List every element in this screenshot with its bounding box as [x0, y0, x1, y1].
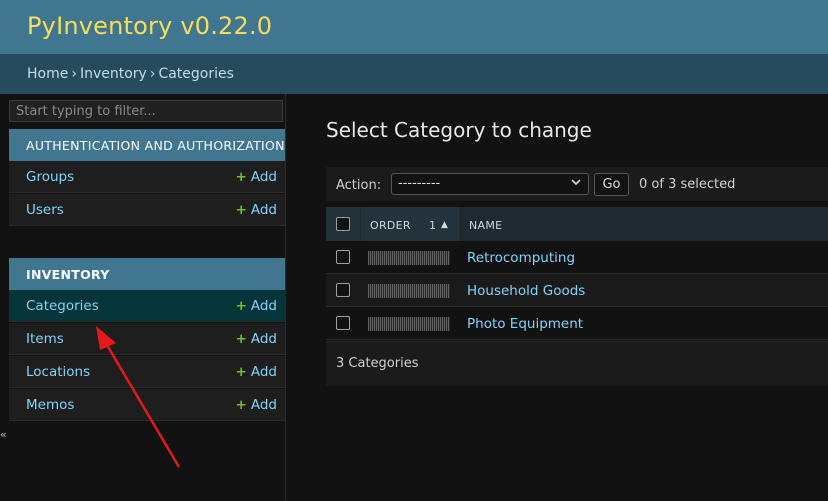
annotation-arrow-head	[96, 326, 116, 350]
annotation-arrow	[96, 326, 181, 468]
annotation-arrow-line	[102, 339, 181, 468]
